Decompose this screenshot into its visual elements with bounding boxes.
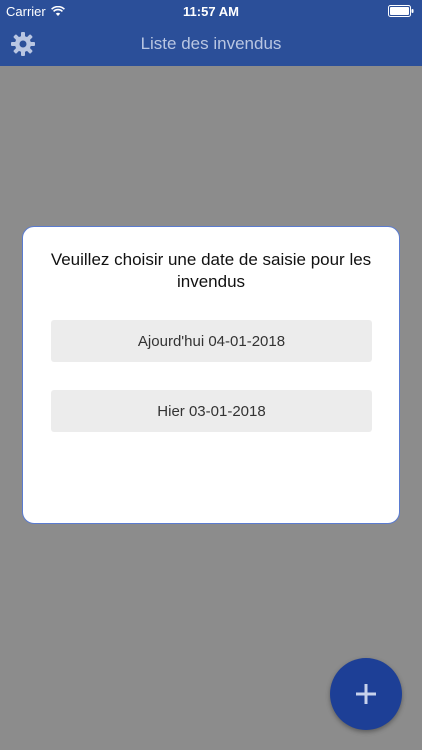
battery-icon — [388, 5, 414, 17]
today-option-button[interactable]: Ajourd'hui 04-01-2018 — [51, 320, 372, 362]
nav-bar: Liste des invendus — [0, 22, 422, 66]
status-bar: Carrier 11:57 AM — [0, 0, 422, 22]
dialog-title: Veuillez choisir une date de saisie pour… — [50, 250, 372, 291]
status-time: 11:57 AM — [183, 4, 239, 19]
yesterday-option-button[interactable]: Hier 03-01-2018 — [51, 390, 372, 432]
battery-indicator — [388, 5, 414, 20]
page-title: Liste des invendus — [140, 34, 282, 53]
date-picker-dialog: Veuillez choisir une date de saisie pour… — [22, 226, 400, 524]
plus-icon — [356, 684, 376, 704]
add-button[interactable] — [330, 658, 402, 730]
